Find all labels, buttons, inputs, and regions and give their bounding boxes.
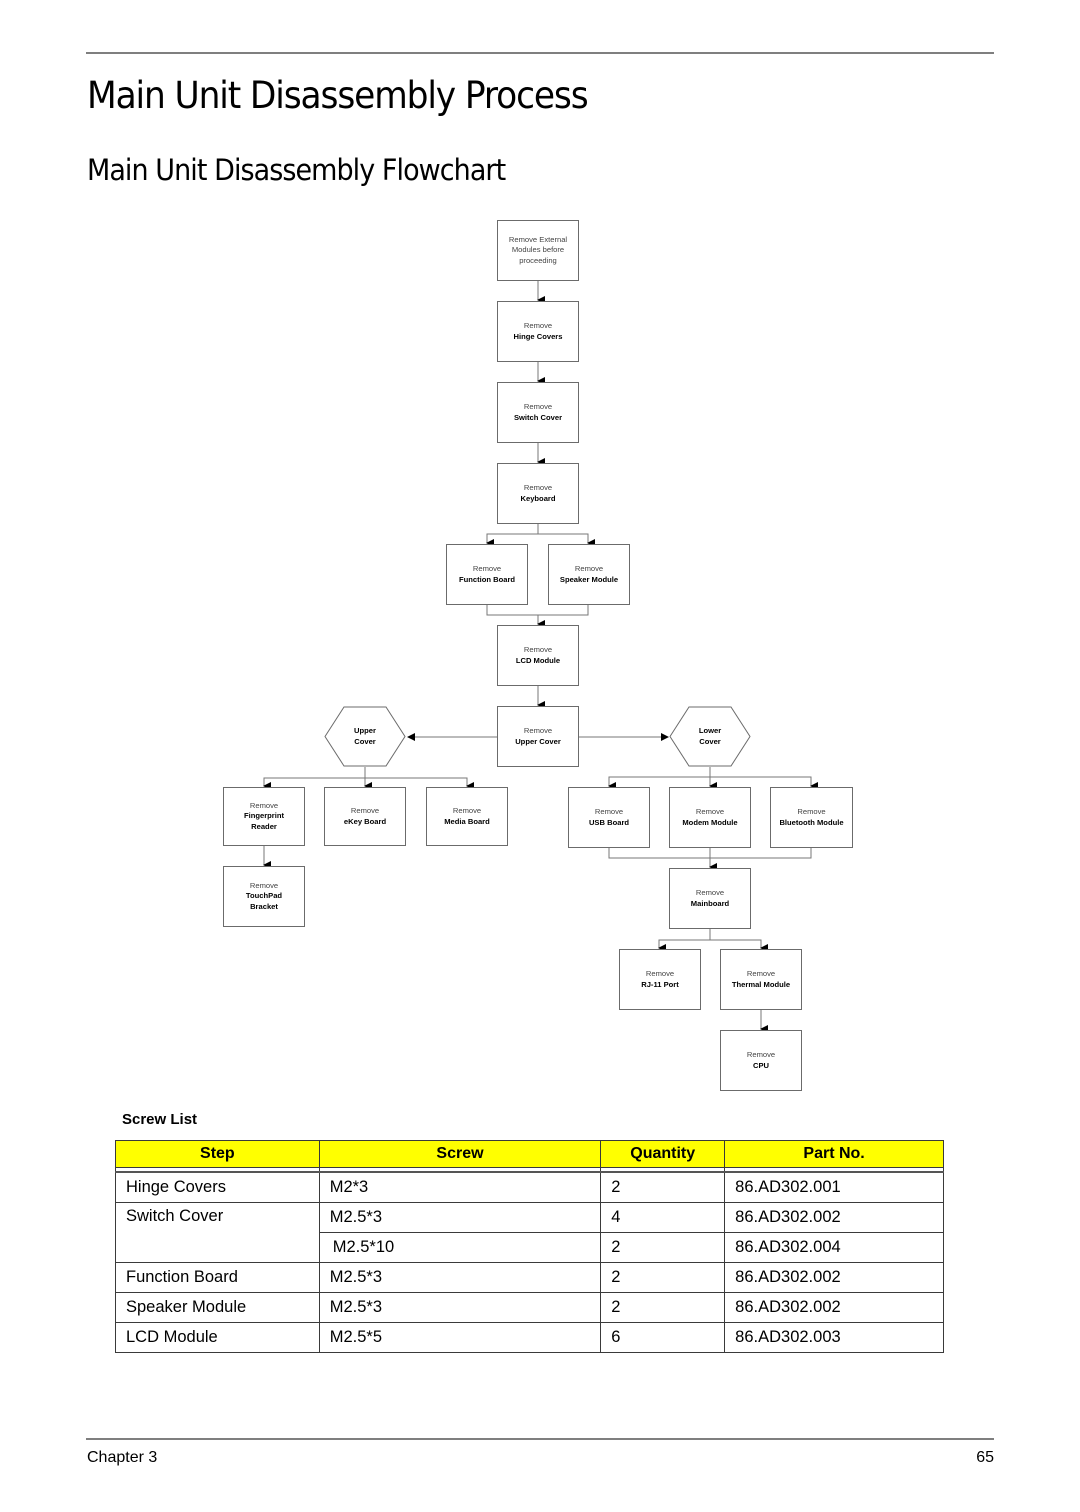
- step-keyboard: Remove Keyboard: [497, 463, 579, 524]
- table-header-row: Step Screw Quantity Part No.: [115, 1140, 944, 1168]
- step-mainboard: Remove Mainboard: [669, 868, 751, 929]
- connector: [263, 767, 366, 790]
- connector: [486, 605, 589, 616]
- branch-lower-cover: Lower Cover: [669, 706, 751, 767]
- header-screw: Screw: [318, 1140, 602, 1168]
- cell-step: Function Board: [115, 1262, 320, 1293]
- page-number: 65: [976, 1449, 994, 1466]
- table-row: Hinge Covers M2*3 2 86.AD302.001: [115, 1171, 944, 1203]
- flowchart-connectors: [263, 281, 818, 1033]
- branch-upper-cover: Upper Cover: [324, 706, 406, 767]
- cell-screw: M2*3: [318, 1171, 602, 1203]
- table-row: Function Board M2.5*3 2 86.AD302.002: [115, 1262, 944, 1293]
- step-rj11-port: Remove RJ-11 Port: [619, 949, 701, 1010]
- cell-quantity: 2: [600, 1292, 726, 1323]
- step-function-board: Remove Function Board: [446, 544, 528, 605]
- cell-step: LCD Module: [115, 1322, 320, 1353]
- step-switch-cover: Remove Switch Cover: [497, 382, 579, 443]
- footer-chapter: Chapter 3: [87, 1449, 158, 1466]
- cell-screw: M2.5*3: [318, 1292, 602, 1323]
- cell-part-no: 86.AD302.002: [724, 1292, 944, 1323]
- connector: [486, 524, 539, 547]
- cell-part-no: 86.AD302.002: [724, 1202, 944, 1233]
- connector: [365, 777, 474, 790]
- screw-list-title: Screw List: [122, 1111, 198, 1128]
- step-lcd-module: Remove LCD Module: [497, 625, 579, 686]
- cell-quantity: 6: [600, 1322, 726, 1353]
- step-media-board: Remove Media Board: [426, 787, 508, 846]
- header-part-no: Part No.: [724, 1140, 944, 1168]
- step-upper-cover: Remove Upper Cover: [497, 706, 579, 767]
- step-touchpad-bracket: Remove TouchPad Bracket: [223, 866, 305, 927]
- cell-quantity: 4: [600, 1202, 726, 1233]
- step-ekey-board: Remove eKey Board: [324, 787, 406, 846]
- cell-part-no: 86.AD302.004: [724, 1232, 944, 1263]
- connector: [710, 939, 768, 952]
- cell-screw: M2.5*3: [318, 1262, 602, 1293]
- connector: [658, 929, 711, 952]
- step-hinge-covers: Remove Hinge Covers: [497, 301, 579, 362]
- table-row: Speaker Module M2.5*3 2 86.AD302.002: [115, 1292, 944, 1323]
- step-modem-module: Remove Modem Module: [669, 787, 751, 848]
- step-remove-external-modules: Remove External Modules before proceedin…: [497, 220, 579, 281]
- footer-rule: [86, 1438, 994, 1440]
- cell-quantity: 2: [600, 1171, 726, 1203]
- cell-step: Hinge Covers: [115, 1171, 320, 1203]
- step-cpu: Remove CPU: [720, 1030, 802, 1091]
- cell-screw: M2.5*5: [318, 1322, 602, 1353]
- cell-part-no: 86.AD302.002: [724, 1262, 944, 1293]
- cell-quantity: 2: [600, 1232, 726, 1263]
- cell-step: Switch Cover: [115, 1202, 320, 1263]
- connector: [710, 776, 818, 790]
- disassembly-flowchart: Remove External Modules before proceedin…: [0, 0, 1080, 1100]
- step-thermal-module: Remove Thermal Module: [720, 949, 802, 1010]
- cell-step: Speaker Module: [115, 1292, 320, 1323]
- cell-part-no: 86.AD302.003: [724, 1322, 944, 1353]
- cell-screw: M2.5*10: [318, 1232, 602, 1263]
- step-usb-board: Remove USB Board: [568, 787, 650, 848]
- step-bluetooth-module: Remove Bluetooth Module: [770, 787, 853, 848]
- cell-part-no: 86.AD302.001: [724, 1171, 944, 1203]
- step-speaker-module: Remove Speaker Module: [548, 544, 630, 605]
- connector: [608, 767, 711, 790]
- connector: [538, 533, 595, 547]
- step-fingerprint-reader: Remove Fingerprint Reader: [223, 787, 305, 846]
- screw-list-table: Step Screw Quantity Part No. Hinge Cover…: [115, 1140, 944, 1353]
- header-step: Step: [115, 1140, 320, 1168]
- table-row: LCD Module M2.5*5 6 86.AD302.003: [115, 1322, 944, 1353]
- table-row: Switch Cover M2.5*3 4 86.AD302.002: [115, 1202, 944, 1263]
- header-quantity: Quantity: [600, 1140, 726, 1168]
- cell-quantity: 2: [600, 1262, 726, 1293]
- cell-screw: M2.5*3: [318, 1202, 602, 1233]
